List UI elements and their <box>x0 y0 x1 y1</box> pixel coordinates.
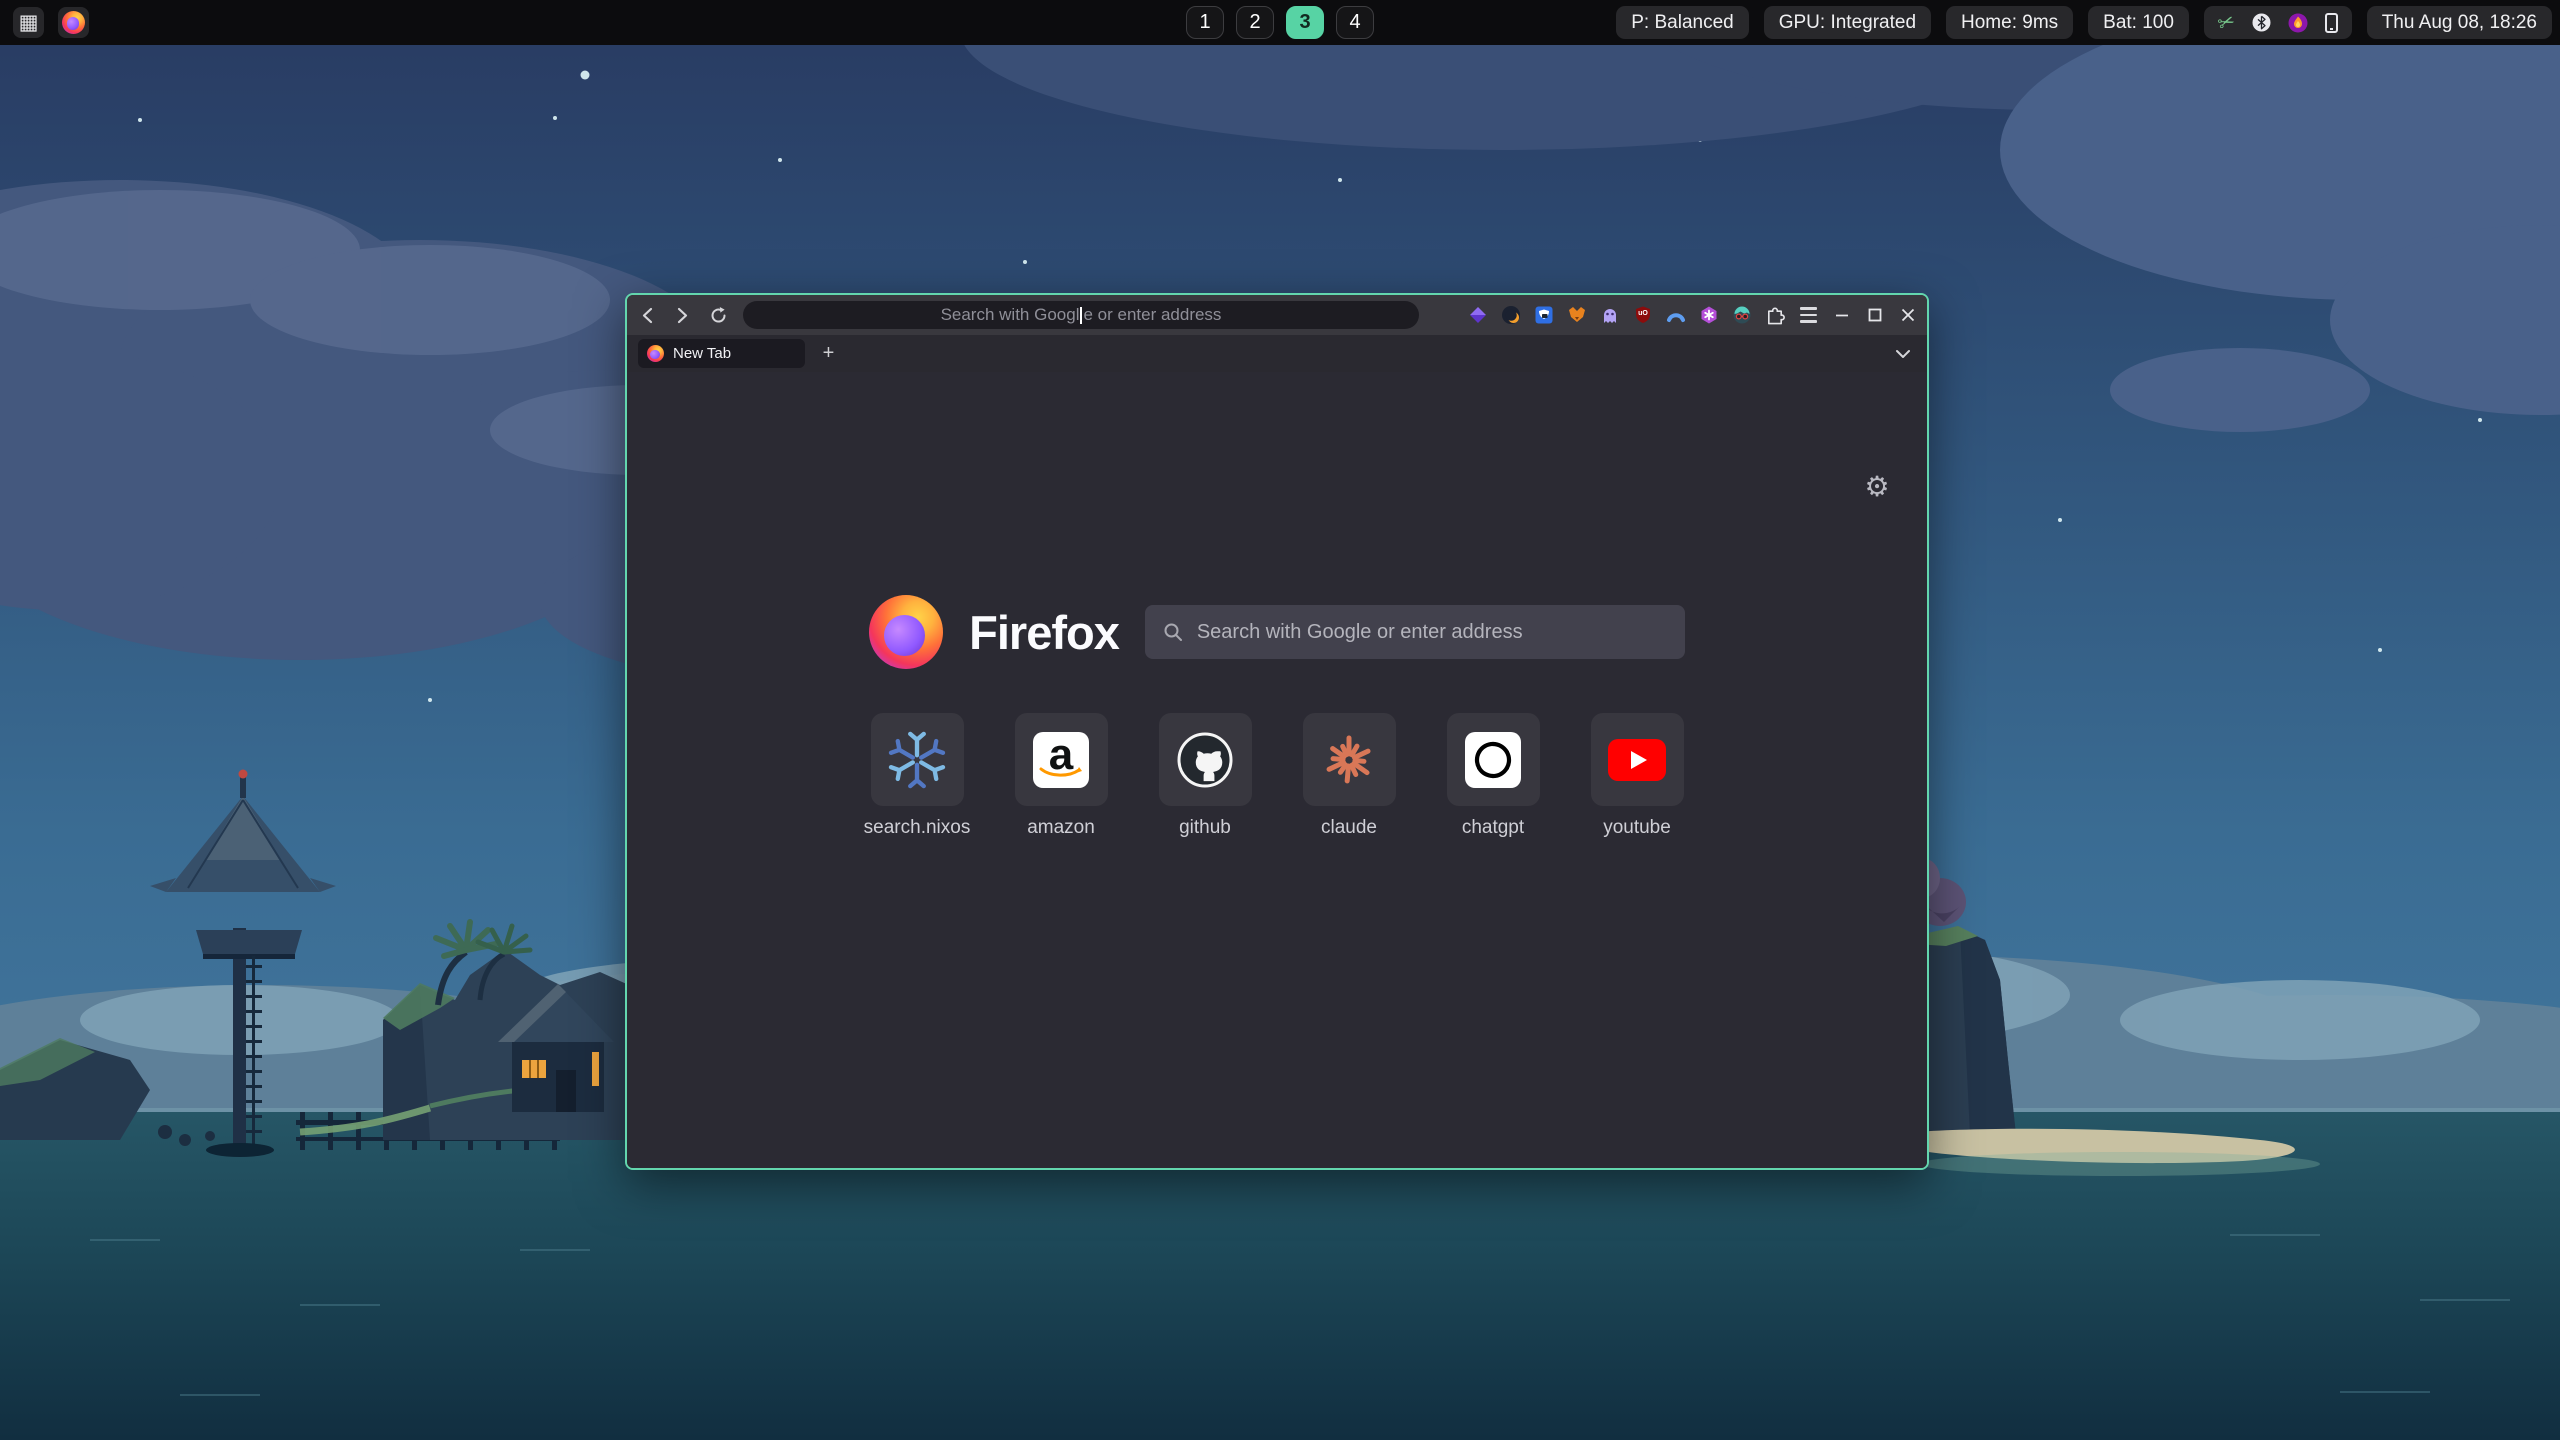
shortcut-claude[interactable]: claude <box>1303 713 1396 839</box>
back-button[interactable] <box>637 305 657 325</box>
network-latency-indicator: Home: 9ms <box>1946 6 2073 39</box>
gpu-indicator: GPU: Integrated <box>1764 6 1931 39</box>
shortcut-grid: search.nixos a amazon <box>627 713 1927 839</box>
firefox-window: Search with Googl e or enter address <box>625 293 1929 1170</box>
app-launcher-button[interactable]: ▦ <box>13 7 44 38</box>
minimize-button[interactable] <box>1833 306 1851 324</box>
ghostery-extension-icon[interactable] <box>1600 305 1620 325</box>
newtab-search-placeholder: Search with Google or enter address <box>1197 621 1523 644</box>
maximize-button[interactable] <box>1866 306 1884 324</box>
newtab-search-input[interactable]: Search with Google or enter address <box>1145 605 1685 659</box>
shortcut-amazon[interactable]: a amazon <box>1015 713 1108 839</box>
hexagon-extension-icon[interactable] <box>1699 305 1719 325</box>
text-caret <box>1080 307 1082 324</box>
list-all-tabs-button[interactable] <box>1893 344 1913 364</box>
workspace-1[interactable]: 1 <box>1186 6 1224 39</box>
app-menu-button[interactable] <box>1798 305 1818 325</box>
claude-starburst-icon <box>1320 731 1378 789</box>
newtab-page: ⚙ Firefox Search with Google or enter ad… <box>627 372 1927 1168</box>
avatar-goggles-extension-icon[interactable] <box>1732 305 1752 325</box>
tab-new-tab[interactable]: New Tab <box>638 339 805 368</box>
shortcut-search-nixos[interactable]: search.nixos <box>871 713 964 839</box>
ublock-badge-text: uO <box>1633 310 1653 317</box>
urlbar-placeholder-before: Search with Googl <box>941 305 1080 325</box>
shortcut-github[interactable]: github <box>1159 713 1252 839</box>
shortcut-chatgpt[interactable]: chatgpt <box>1447 713 1540 839</box>
url-bar[interactable]: Search with Googl e or enter address <box>743 301 1419 329</box>
system-tray: ✂ <box>2204 6 2352 39</box>
urlbar-placeholder-after: e or enter address <box>1083 305 1221 325</box>
workspace-switcher: 1 2 3 4 <box>1186 6 1374 39</box>
tab-strip: New Tab + <box>627 335 1927 372</box>
gem-extension-icon[interactable] <box>1468 305 1488 325</box>
screenshot-scissors-icon[interactable]: ✂ <box>2214 8 2238 37</box>
tab-title: New Tab <box>673 345 731 362</box>
reload-button[interactable] <box>708 305 728 325</box>
firefox-launcher-button[interactable] <box>58 7 89 38</box>
battery-indicator: Bat: 100 <box>2088 6 2189 39</box>
github-octocat-icon <box>1176 731 1234 789</box>
password-shield-extension-icon[interactable] <box>1534 305 1554 325</box>
firefox-icon <box>62 11 85 34</box>
flame-app-icon[interactable] <box>2288 13 2308 33</box>
workspace-3-active[interactable]: 3 <box>1286 6 1324 39</box>
firefox-logo <box>869 595 943 669</box>
close-button[interactable] <box>1899 306 1917 324</box>
workspace-2[interactable]: 2 <box>1236 6 1274 39</box>
clock: Thu Aug 08, 18:26 <box>2367 6 2552 39</box>
metamask-fox-extension-icon[interactable] <box>1567 305 1587 325</box>
search-icon <box>1163 622 1183 642</box>
ublock-origin-extension-icon[interactable]: uO <box>1633 305 1653 325</box>
forward-button[interactable] <box>672 305 692 325</box>
firefox-wordmark: Firefox <box>969 605 1119 660</box>
chatgpt-openai-icon <box>1465 732 1521 788</box>
amazon-icon: a <box>1033 732 1089 788</box>
nixos-snowflake-icon <box>888 731 946 789</box>
browser-toolbar: Search with Googl e or enter address <box>627 295 1927 335</box>
power-profile-indicator: P: Balanced <box>1616 6 1748 39</box>
dark-moon-extension-icon[interactable] <box>1501 305 1521 325</box>
workspace-4[interactable]: 4 <box>1336 6 1374 39</box>
extensions-puzzle-icon[interactable] <box>1765 305 1785 325</box>
new-tab-button[interactable]: + <box>815 340 842 367</box>
vpn-arc-extension-icon[interactable] <box>1666 305 1686 325</box>
bluetooth-icon[interactable] <box>2252 13 2271 32</box>
phone-device-icon[interactable] <box>2325 13 2338 33</box>
youtube-play-icon <box>1608 739 1666 781</box>
shortcut-youtube[interactable]: youtube <box>1591 713 1684 839</box>
taskbar: ▦ 1 2 3 4 P: Balanced GPU: Integrated Ho… <box>0 0 2560 45</box>
personalize-gear-button[interactable]: ⚙ <box>1859 468 1895 504</box>
tab-favicon-firefox-icon <box>647 345 664 362</box>
app-grid-icon: ▦ <box>19 12 39 33</box>
